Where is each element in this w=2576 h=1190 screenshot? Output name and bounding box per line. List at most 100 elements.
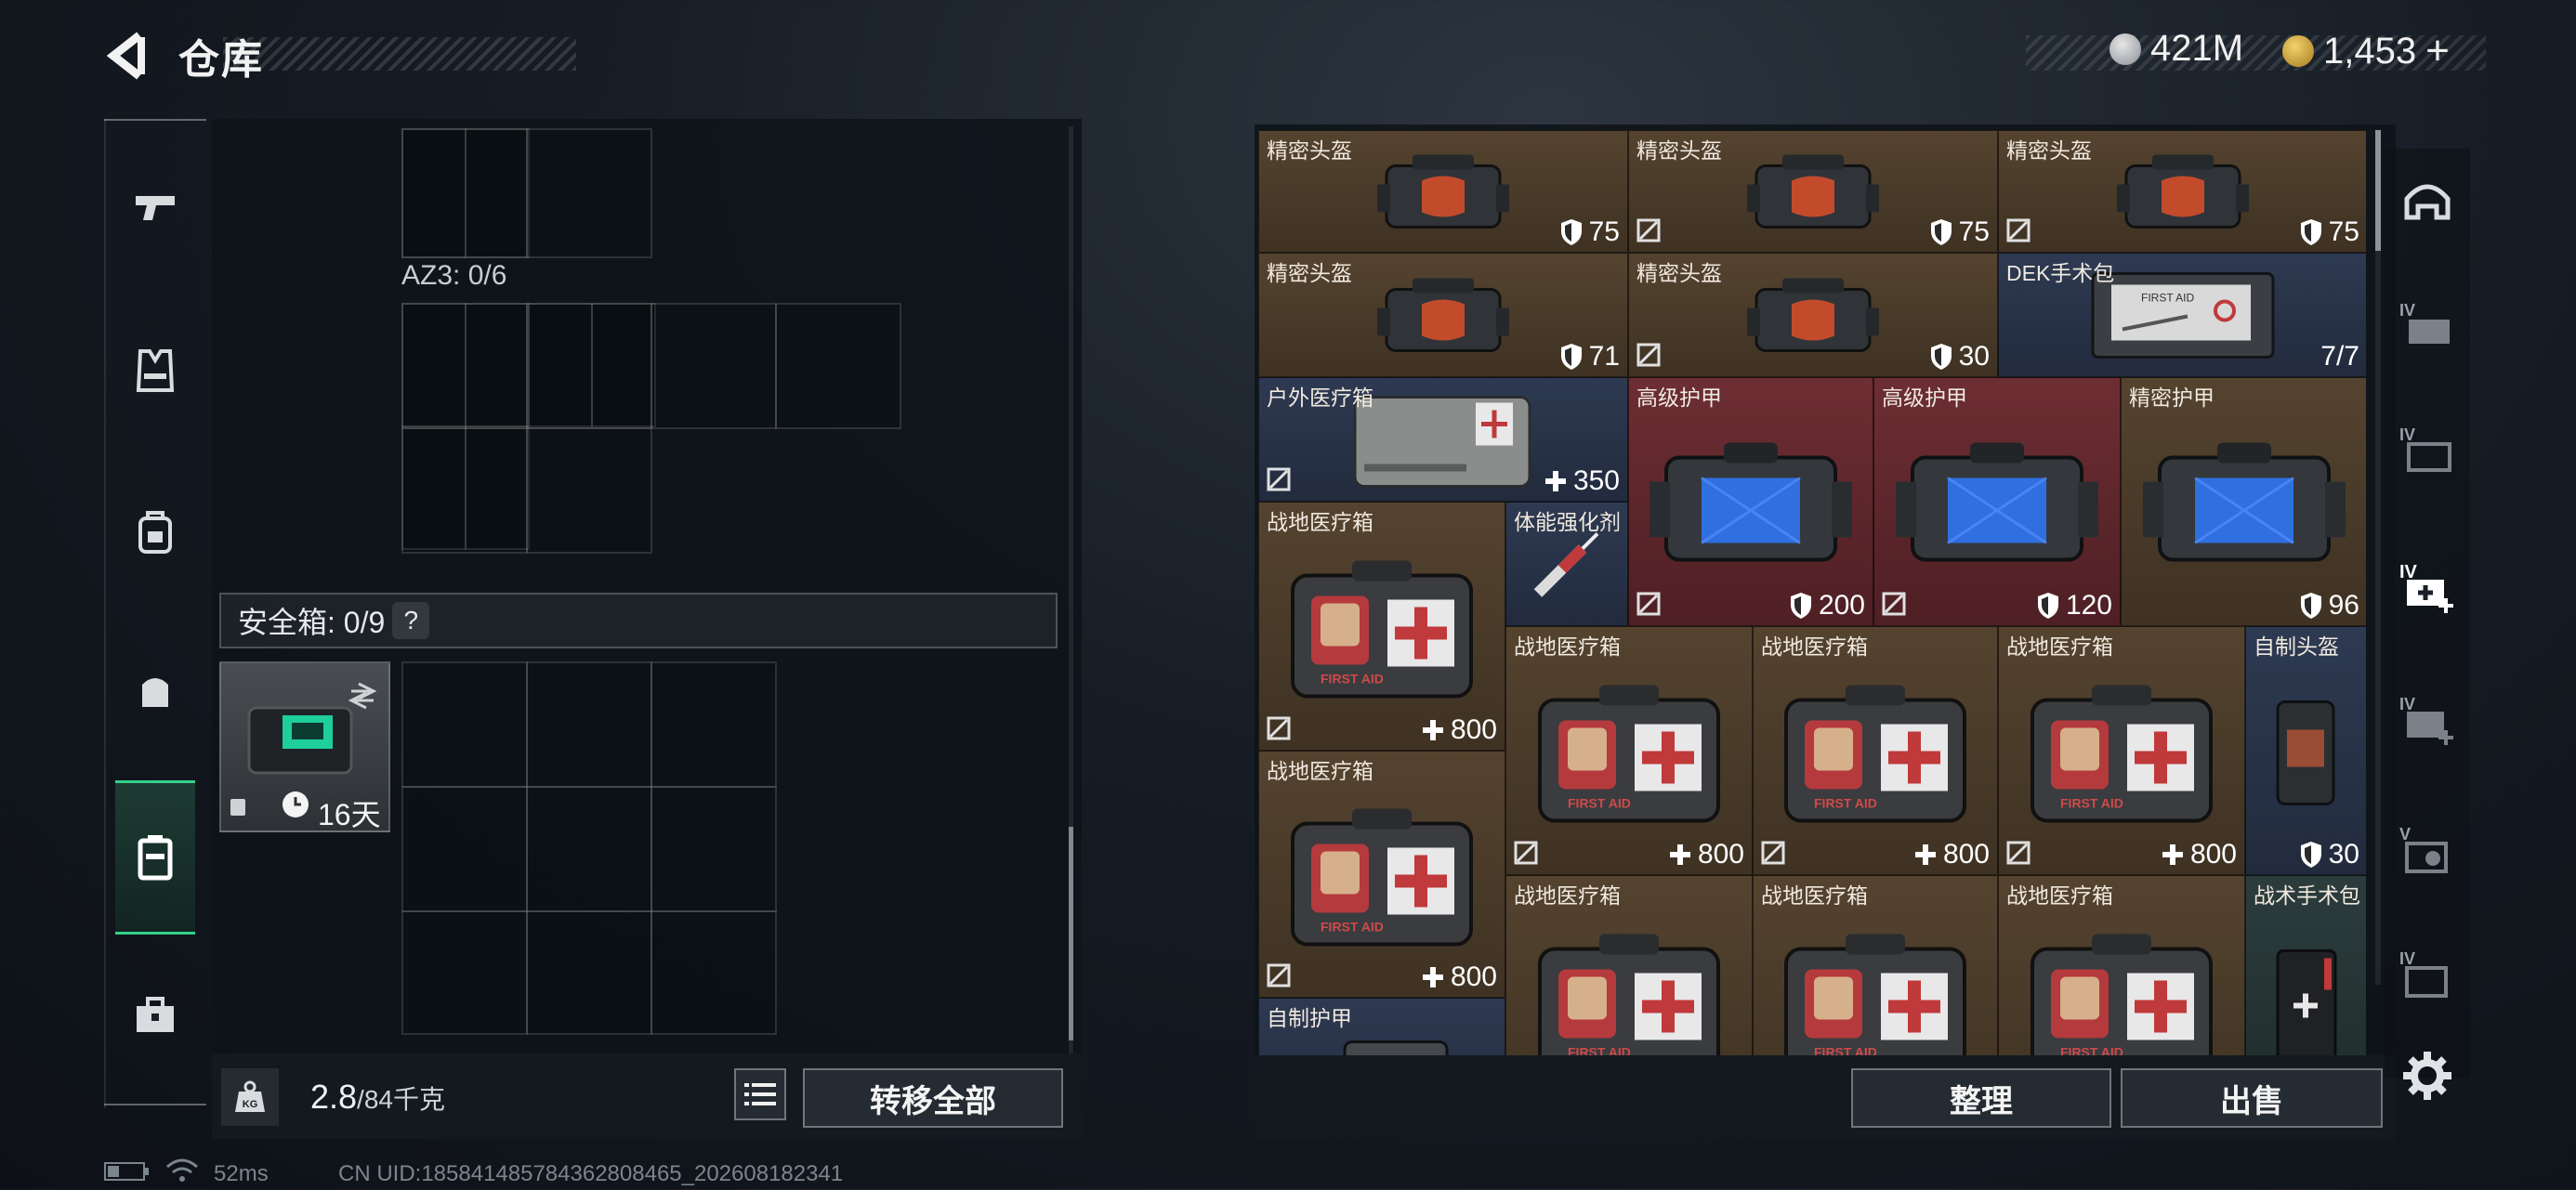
rail-divider-bottom <box>104 1104 206 1105</box>
svg-text:IV: IV <box>2399 949 2415 968</box>
backpack-icon <box>138 511 172 554</box>
category-toolbox[interactable] <box>115 975 195 1055</box>
sell-button[interactable]: 出售 <box>2121 1068 2383 1128</box>
add-currency-button[interactable]: + <box>2425 28 2450 74</box>
stash-item[interactable]: FIRST AID 战地医疗箱 <box>1753 875 1998 1055</box>
category-pouch[interactable] <box>115 650 195 730</box>
grid-slot[interactable] <box>651 910 777 1035</box>
item-image-firstaid: FIRST AID <box>1527 923 1731 1055</box>
heal-plus-icon <box>1422 720 1443 740</box>
filter-medical-iv[interactable]: IV <box>2390 552 2464 626</box>
stash-item[interactable]: 精密头盔 71 <box>1258 253 1628 377</box>
category-vest[interactable] <box>115 331 195 411</box>
misc-filter-icon: IV <box>2399 949 2448 998</box>
stash-item[interactable]: 战术手术包 <box>2245 875 2366 1055</box>
user-uid: CN UID:1858414857843628084​65_2026081823… <box>338 1161 844 1186</box>
durability-shield-icon <box>2300 593 2321 619</box>
durability-shield-icon <box>2300 842 2321 868</box>
weight-badge: KG <box>221 1068 279 1126</box>
filter-medkit-iv[interactable]: IV <box>2390 684 2464 758</box>
svg-text:IV: IV <box>2399 301 2415 320</box>
item-value: 120 <box>2036 590 2112 621</box>
item-value: 800 <box>1668 839 1744 870</box>
back-button[interactable] <box>102 28 158 84</box>
stash-item[interactable]: FIRST AID 战地医疗箱 800 <box>1998 626 2245 875</box>
grid-slot[interactable] <box>526 661 652 788</box>
item-value-text: 75 <box>1958 216 1990 247</box>
back-arrow-icon <box>106 32 145 80</box>
stash-item[interactable]: FIRST AID 战地医疗箱 800 <box>1258 502 1505 751</box>
stash-item[interactable]: 精密头盔 75 <box>1998 130 2366 253</box>
grid-slot[interactable] <box>775 303 901 429</box>
sort-button[interactable]: 整理 <box>1851 1068 2111 1128</box>
stash-item[interactable]: 自制头盔 30 <box>2245 626 2366 875</box>
item-name: 体能强化剂 <box>1514 510 1621 534</box>
category-weapon[interactable] <box>115 167 195 247</box>
grid-slot[interactable] <box>526 427 652 554</box>
filter-armor-iv[interactable]: IV <box>2390 288 2464 362</box>
stash-item[interactable]: 高级护甲 120 <box>1873 377 2121 626</box>
stash-item[interactable]: 精密头盔 75 <box>1258 130 1628 253</box>
safe-box-item[interactable]: 16天 <box>219 661 390 832</box>
stash-scrollbar-track[interactable] <box>2375 130 2381 985</box>
item-image-helmet <box>1743 147 1883 241</box>
item-value-text: 96 <box>2328 590 2359 621</box>
stash-scrollbar-thumb[interactable] <box>2375 130 2381 251</box>
no-insure-icon <box>1636 592 1661 616</box>
grid-slot[interactable] <box>401 910 528 1035</box>
item-value-text: 75 <box>2328 216 2359 247</box>
filter-ammo-v[interactable]: V <box>2390 814 2464 888</box>
svg-text:FIRST AID: FIRST AID <box>2141 291 2194 304</box>
filter-helmet[interactable] <box>2390 163 2464 238</box>
grid-slot[interactable] <box>651 661 777 788</box>
grid-slot[interactable] <box>526 128 652 258</box>
item-value: 800 <box>1421 961 1497 993</box>
transfer-all-button[interactable]: 转移全部 <box>803 1068 1063 1128</box>
stash-item[interactable]: FIRST AID 战地医疗箱 <box>1505 875 1753 1055</box>
grid-slot[interactable] <box>526 303 652 429</box>
item-name: 精密头盔 <box>1267 138 1352 163</box>
stash-item[interactable]: 精密护甲 96 <box>2121 377 2366 626</box>
grid-slot[interactable] <box>526 786 652 912</box>
grid-slot[interactable] <box>526 910 652 1035</box>
stash-item[interactable]: 精密头盔 30 <box>1628 253 1998 377</box>
durability-shield-icon <box>1930 219 1952 245</box>
stash-item[interactable]: FIRST AID 战地医疗箱 <box>1998 875 2245 1055</box>
item-name: 战地医疗箱 <box>2006 883 2113 908</box>
grid-slot[interactable] <box>401 661 528 788</box>
grid-slot[interactable] <box>401 128 528 258</box>
settings-button[interactable] <box>2390 1039 2464 1113</box>
safe-box-capacity-label: 安全箱: 0/9 <box>238 606 386 639</box>
category-backpack[interactable] <box>115 492 195 572</box>
stash-item[interactable]: 高级护甲 200 <box>1628 377 1873 626</box>
left-scrollbar-thumb[interactable] <box>1069 827 1073 1040</box>
filter-misc-iv[interactable]: IV <box>2390 938 2464 1013</box>
stash-item[interactable]: FIRST AID 战地医疗箱 800 <box>1505 626 1753 875</box>
stash-item[interactable]: 户外医疗箱 350 <box>1258 377 1628 502</box>
item-name: 战地医疗箱 <box>1761 634 1868 659</box>
grid-slot[interactable] <box>401 303 528 429</box>
help-button[interactable]: ? <box>392 602 430 639</box>
item-image-firstaid: FIRST AID <box>1280 550 1484 713</box>
stash-item[interactable]: FIRST AID 战地医疗箱 800 <box>1753 626 1998 875</box>
stash-item[interactable]: FIRST AID DEK手术包 7/7 <box>1998 253 2366 377</box>
item-value: 30 <box>2299 839 2359 870</box>
grid-slot[interactable] <box>651 786 777 912</box>
list-view-button[interactable] <box>734 1068 786 1120</box>
stash-item[interactable]: 体能强化剂 <box>1505 502 1628 626</box>
grid-slot[interactable] <box>651 303 777 429</box>
svg-text:FIRST AID: FIRST AID <box>2060 796 2123 811</box>
grid-slot[interactable] <box>401 427 528 554</box>
stash-item[interactable]: FIRST AID 战地医疗箱 800 <box>1258 751 1505 998</box>
category-safe-box[interactable] <box>115 780 195 935</box>
item-image-homehelmet <box>2265 684 2348 828</box>
grid-slot[interactable] <box>401 786 528 912</box>
stash-item[interactable]: 自制护甲 <box>1258 998 1505 1055</box>
weight-kg-icon: KG <box>235 1080 265 1112</box>
filter-case-iv[interactable]: IV <box>2390 412 2464 487</box>
item-value: 75 <box>1559 216 1620 248</box>
item-image-helmet <box>2113 147 2253 241</box>
stash-item[interactable]: 精密头盔 75 <box>1628 130 1998 253</box>
category-rail <box>104 119 199 1108</box>
item-value-text: 200 <box>1818 590 1865 621</box>
